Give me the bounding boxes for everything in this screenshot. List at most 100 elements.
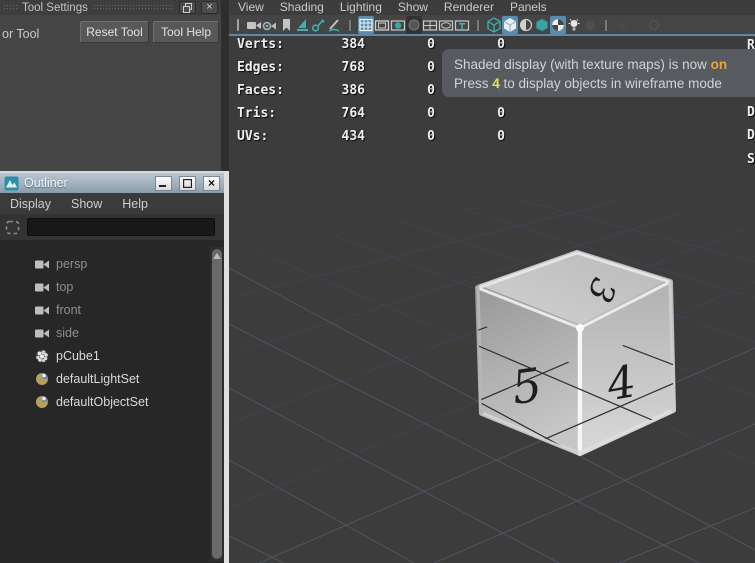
- pencil-icon[interactable]: [326, 16, 342, 34]
- object-set-icon: [34, 371, 50, 387]
- tooltip-line-1: Shaded display (with texture maps) is no…: [454, 55, 755, 74]
- default-material-icon[interactable]: [534, 16, 550, 34]
- outliner-scrollbar[interactable]: [210, 247, 224, 561]
- outliner-title: Outliner: [24, 176, 148, 190]
- menu-renderer[interactable]: Renderer: [436, 0, 502, 15]
- hud-value: 0: [379, 37, 435, 52]
- menu-help[interactable]: Help: [112, 197, 158, 211]
- menu-panels[interactable]: Panels: [502, 0, 555, 15]
- motion-blur-icon[interactable]: [630, 16, 646, 34]
- bookmark-icon[interactable]: [278, 16, 294, 34]
- hud-value: 0: [379, 83, 435, 98]
- grip-icon: [230, 16, 246, 34]
- menu-show[interactable]: Show: [61, 197, 112, 211]
- outliner-item-side[interactable]: side: [0, 321, 224, 344]
- textured-icon[interactable]: [550, 16, 566, 34]
- tool-settings-panel: Tool Settings × or Tool Reset Tool Tool …: [0, 0, 221, 171]
- tool-name-label-truncated: or Tool: [2, 27, 39, 41]
- close-button[interactable]: ×: [203, 176, 220, 191]
- outliner-list: persp top front side pCube1: [0, 243, 224, 563]
- multisample-icon[interactable]: [646, 16, 662, 34]
- grid-icon[interactable]: [358, 16, 374, 34]
- item-label: defaultObjectSet: [56, 395, 148, 409]
- hud-value: 0: [379, 106, 435, 121]
- minimize-icon: [159, 179, 168, 188]
- menu-lighting[interactable]: Lighting: [332, 0, 390, 15]
- hud-label: UVs:: [237, 129, 268, 144]
- hud-value: 0: [379, 60, 435, 75]
- pan-zoom-icon[interactable]: [294, 16, 310, 34]
- shaded-cube-icon[interactable]: [502, 16, 518, 34]
- outliner-item-defaultlightset[interactable]: defaultLightSet: [0, 367, 224, 390]
- float-icon: [182, 2, 193, 13]
- reset-tool-button[interactable]: Reset Tool: [80, 21, 149, 43]
- camera-icon: [34, 327, 50, 339]
- object-set-icon: [34, 394, 50, 410]
- outliner-item-front[interactable]: front: [0, 298, 224, 321]
- hud-right-label: D: [747, 128, 755, 143]
- safe-title-icon[interactable]: [454, 16, 470, 34]
- hud-label: Faces:: [237, 83, 284, 98]
- tool-help-button[interactable]: Tool Help: [153, 21, 219, 43]
- hud-value: 384: [299, 37, 365, 52]
- safe-action-icon[interactable]: [438, 16, 454, 34]
- menu-display[interactable]: Display: [0, 197, 61, 211]
- item-label: defaultLightSet: [56, 372, 139, 386]
- camera-icon: [34, 258, 50, 270]
- shading-mode-tooltip: Shaded display (with texture maps) is no…: [442, 49, 755, 97]
- hud-value: 0: [449, 106, 505, 121]
- item-label: persp: [56, 257, 87, 271]
- menu-view[interactable]: View: [230, 0, 272, 15]
- hud-right-label: S: [747, 152, 755, 167]
- occlusion-icon[interactable]: [614, 16, 630, 34]
- field-chart-icon[interactable]: [422, 16, 438, 34]
- scroll-up-arrow-icon[interactable]: [213, 253, 221, 259]
- viewport-menubar: View Shading Lighting Show Renderer Pane…: [229, 0, 755, 15]
- item-label: pCube1: [56, 349, 100, 363]
- tooltip-highlight-key: 4: [492, 76, 500, 91]
- selection-filter-icon[interactable]: [4, 219, 21, 236]
- outliner-titlebar[interactable]: Outliner ×: [0, 173, 224, 193]
- scrollbar-thumb[interactable]: [212, 249, 222, 559]
- film-gate-icon[interactable]: [374, 16, 390, 34]
- movie-camera-icon[interactable]: [246, 16, 262, 34]
- minimize-button[interactable]: [155, 176, 172, 191]
- shadows-icon[interactable]: [582, 16, 598, 34]
- tooltip-line-2: Press 4 to display objects in wireframe …: [454, 74, 755, 93]
- camera-icon: [34, 281, 50, 293]
- outliner-search-input[interactable]: [27, 218, 215, 236]
- hud-label: Tris:: [237, 106, 276, 121]
- tool-settings-titlebar[interactable]: Tool Settings ×: [0, 0, 221, 15]
- viewport-toolbar: [229, 15, 755, 34]
- wireframe-on-shaded-icon[interactable]: [518, 16, 534, 34]
- hud-value: 764: [299, 106, 365, 121]
- outliner-item-pcube1[interactable]: pCube1: [0, 344, 224, 367]
- outliner-item-defaultobjectset[interactable]: defaultObjectSet: [0, 390, 224, 413]
- item-label: front: [56, 303, 81, 317]
- menu-show[interactable]: Show: [390, 0, 436, 15]
- separator-icon: [470, 16, 486, 34]
- outliner-window: Outliner × Display Show Help persp top f…: [0, 171, 229, 563]
- camera-aperture-icon[interactable]: [262, 16, 278, 34]
- outliner-item-top[interactable]: top: [0, 275, 224, 298]
- close-panel-button[interactable]: ×: [201, 1, 218, 14]
- hud-right-label: D: [747, 105, 755, 120]
- drag-grip-icon: [3, 4, 17, 11]
- joint-tool-icon[interactable]: [310, 16, 326, 34]
- separator-icon: [598, 16, 614, 34]
- menu-shading[interactable]: Shading: [272, 0, 332, 15]
- hud-label: Edges:: [237, 60, 284, 75]
- wireframe-cube-icon[interactable]: [486, 16, 502, 34]
- gate-mask-icon[interactable]: [406, 16, 422, 34]
- outliner-item-persp[interactable]: persp: [0, 252, 224, 275]
- hud-row-uvs: UVs: 434 0 0: [229, 129, 529, 145]
- lights-icon[interactable]: [566, 16, 582, 34]
- float-panel-button[interactable]: [179, 1, 196, 14]
- maximize-button[interactable]: [179, 176, 196, 191]
- hud-row-tris: Tris: 764 0 0: [229, 106, 529, 122]
- viewport-canvas[interactable]: 3 5 4 Verts: 384 0 0: [229, 36, 755, 563]
- outliner-menubar: Display Show Help: [0, 193, 224, 214]
- poly-mesh-icon: [34, 348, 50, 364]
- resolution-gate-icon[interactable]: [390, 16, 406, 34]
- separator-icon: [342, 16, 358, 34]
